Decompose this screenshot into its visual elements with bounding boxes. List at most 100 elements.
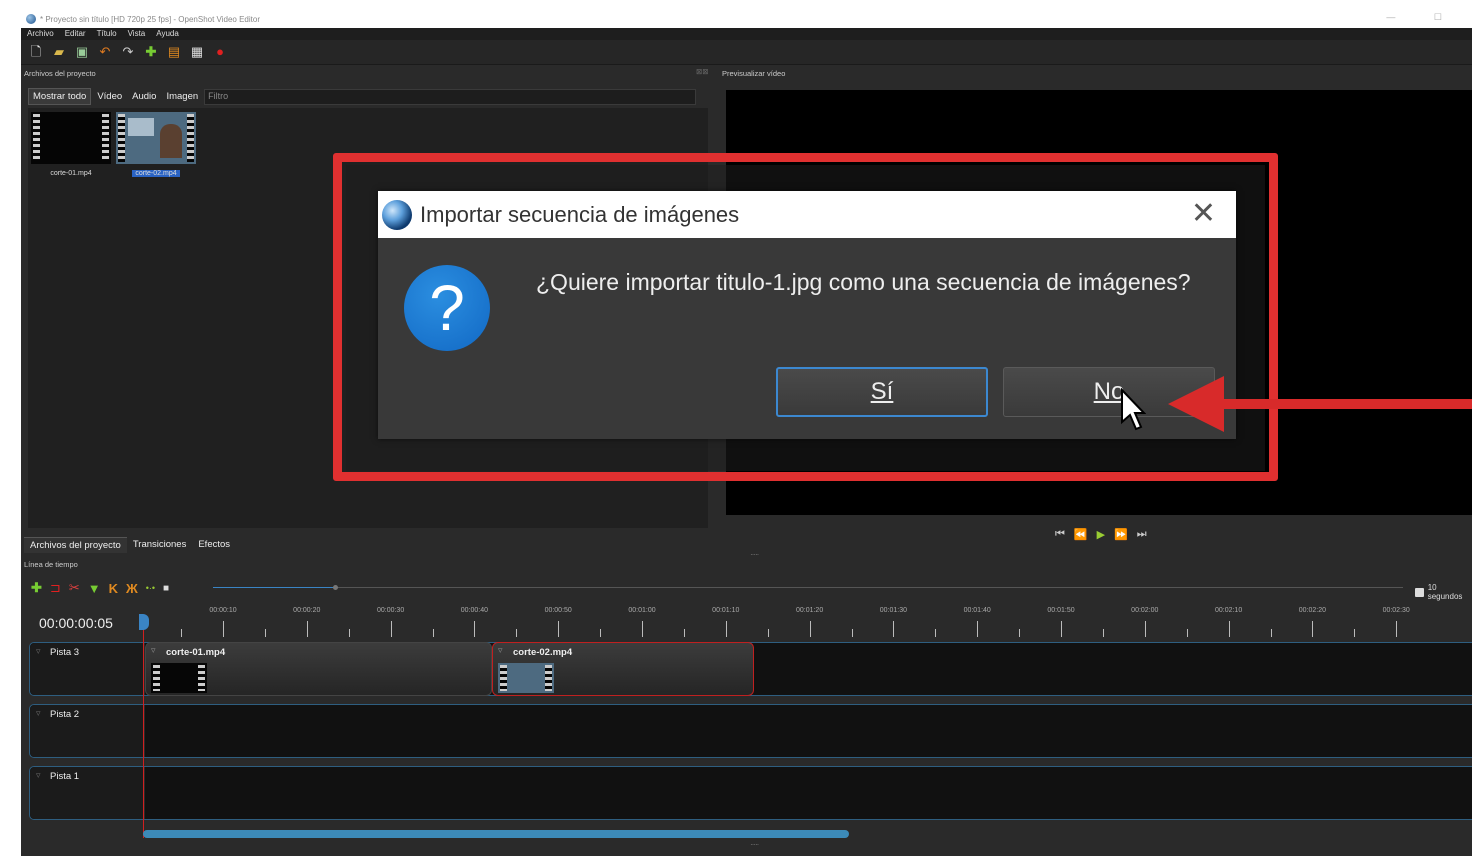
ruler-minor-tick <box>1186 629 1188 637</box>
ruler-label: 00:01:20 <box>795 607 824 614</box>
tab-project-files[interactable]: Archivos del proyecto <box>24 537 127 553</box>
import-files-icon[interactable]: ✚ <box>144 45 158 59</box>
jump-end-icon[interactable]: ⏭ <box>1137 528 1147 541</box>
menu-ayuda[interactable]: Ayuda <box>150 28 184 40</box>
ruler-minor-tick <box>432 629 434 637</box>
clip-name: corte-01.mp4 <box>166 647 226 658</box>
zoom-toggle-icon[interactable]: ■ <box>163 583 169 594</box>
ruler-minor-tick <box>851 629 853 637</box>
track-label: Pista 2 <box>30 705 145 757</box>
annotation-arrow-icon <box>1168 376 1224 432</box>
film-strip-icon <box>153 665 160 691</box>
menu-editar[interactable]: Editar <box>59 28 91 40</box>
film-strip-icon <box>33 114 40 162</box>
ruler-minor-tick <box>1354 629 1356 637</box>
open-folder-icon[interactable]: ▰ <box>52 45 66 59</box>
file-thumbnail[interactable] <box>31 112 111 164</box>
playhead-handle[interactable] <box>139 614 149 630</box>
play-icon[interactable]: ▶ <box>1097 528 1105 541</box>
tab-transitions[interactable]: Transiciones <box>127 537 193 553</box>
file-thumbnail-selected[interactable] <box>116 112 196 164</box>
playhead-line <box>143 628 144 838</box>
zoom-slider-fill <box>213 587 335 588</box>
ruler-major-tick <box>390 621 392 637</box>
timeline-toolbar: ✚ ⊐ ✂ ▼ K Ж •·• ■ <box>31 580 169 596</box>
add-marker-icon[interactable]: ▼ <box>88 581 101 596</box>
ruler-label: 00:02:20 <box>1298 607 1327 614</box>
splitter-handle[interactable]: ····· <box>750 550 759 559</box>
menu-titulo[interactable]: Título <box>91 28 122 40</box>
ruler-major-tick <box>977 621 979 637</box>
track-pista-1[interactable]: Pista 1 <box>29 766 1472 820</box>
preview-panel-title: Previsualizar vídeo <box>722 69 786 78</box>
timeline-panel-title: Línea de tiempo <box>24 560 78 569</box>
ruler-major-tick <box>809 621 811 637</box>
ruler-label: 00:01:00 <box>628 607 656 614</box>
clip-thumbnail <box>151 663 207 693</box>
jump-start-icon[interactable]: ⏮ <box>1055 528 1065 541</box>
filter-tab-image[interactable]: Imagen <box>162 89 202 104</box>
razor-icon[interactable]: ✂ <box>69 580 80 596</box>
add-track-icon[interactable]: ✚ <box>31 580 42 596</box>
timeline-ruler[interactable]: 00:00:10 00:00:20 00:00:30 00:00:40 00:00:50… <box>143 605 1472 641</box>
panel-float-icons[interactable]: ⊠⊠ <box>696 67 709 76</box>
ruler-label: 00:00:40 <box>460 607 489 614</box>
track-label: Pista 3 <box>30 643 145 695</box>
ruler-minor-tick <box>1270 629 1272 637</box>
zoom-level: 10 segundos <box>1415 583 1472 601</box>
ruler-label: 00:01:40 <box>963 607 991 614</box>
rewind-icon[interactable]: ⏪ <box>1074 528 1088 541</box>
zoom-slider-track[interactable] <box>213 587 1403 588</box>
clip-corte-02[interactable]: corte-02.mp4 ▿ <box>492 642 754 696</box>
thumbnail-window-shape <box>128 118 154 136</box>
clip-thumbnail <box>498 663 554 693</box>
fast-forward-icon[interactable]: ⏩ <box>1114 528 1128 541</box>
track-pista-2[interactable]: Pista 2 <box>29 704 1472 758</box>
clip-menu-icon[interactable]: ▿ <box>498 645 503 656</box>
tab-effects[interactable]: Efectos <box>192 537 236 553</box>
track-pista-3[interactable]: Pista 3 corte-01.mp4 ▿ corte-02.mp4 ▿ <box>29 642 1472 696</box>
splitter-handle[interactable]: ····· <box>750 840 759 849</box>
center-playhead-icon[interactable]: •·• <box>146 583 155 593</box>
film-strip-icon <box>187 114 194 162</box>
window-titlebar: * Proyecto sin título [HD 720p 25 fps] -… <box>21 10 1472 28</box>
film-strip-icon <box>102 114 109 162</box>
clip-menu-icon[interactable]: ▿ <box>151 645 156 656</box>
next-marker-icon[interactable]: Ж <box>126 581 138 596</box>
previous-marker-icon[interactable]: K <box>109 581 118 596</box>
filter-tab-audio[interactable]: Audio <box>128 89 160 104</box>
ruler-label: 00:00:30 <box>376 607 405 614</box>
ruler-major-tick <box>1396 621 1398 637</box>
save-icon[interactable]: ▣ <box>75 45 89 59</box>
clip-corte-01[interactable]: corte-01.mp4 ▿ <box>145 642 492 696</box>
new-file-icon[interactable]: 🗋 <box>29 45 43 59</box>
choose-profile-icon[interactable]: ▤ <box>167 45 181 59</box>
ruler-major-tick <box>1144 621 1146 637</box>
film-strip-icon <box>500 665 507 691</box>
menu-archivo[interactable]: Archivo <box>21 28 59 40</box>
timeline-scrollbar[interactable] <box>143 830 849 838</box>
fullscreen-icon[interactable]: ▦ <box>190 45 204 59</box>
film-strip-icon <box>545 665 552 691</box>
mouse-pointer-icon <box>1121 388 1146 431</box>
filter-input[interactable]: Filtro <box>204 88 697 105</box>
filter-tab-all[interactable]: Mostrar todo <box>28 88 92 105</box>
ruler-major-tick <box>1228 621 1230 637</box>
redo-icon[interactable]: ↷ <box>121 45 135 59</box>
ruler-label: 00:01:30 <box>879 607 908 614</box>
files-panel-title: Archivos del proyecto <box>24 69 96 78</box>
snapping-icon[interactable]: ⊐ <box>50 580 61 596</box>
menu-vista[interactable]: Vista <box>122 28 151 40</box>
files-filter-row: Mostrar todo Vídeo Audio Imagen Filtro <box>28 88 697 105</box>
track-label: Pista 1 <box>30 767 145 819</box>
zoom-checkbox-icon <box>1415 587 1424 597</box>
ruler-major-tick <box>306 621 308 637</box>
ruler-minor-tick <box>516 629 518 637</box>
filter-tab-video[interactable]: Vídeo <box>93 89 126 104</box>
window-controls[interactable]: — ☐ <box>1386 12 1460 23</box>
ruler-major-tick <box>474 621 476 637</box>
zoom-slider-handle[interactable] <box>333 585 338 590</box>
film-strip-icon <box>118 114 125 162</box>
undo-icon[interactable]: ↶ <box>98 45 112 59</box>
export-video-icon[interactable]: ● <box>213 45 227 59</box>
